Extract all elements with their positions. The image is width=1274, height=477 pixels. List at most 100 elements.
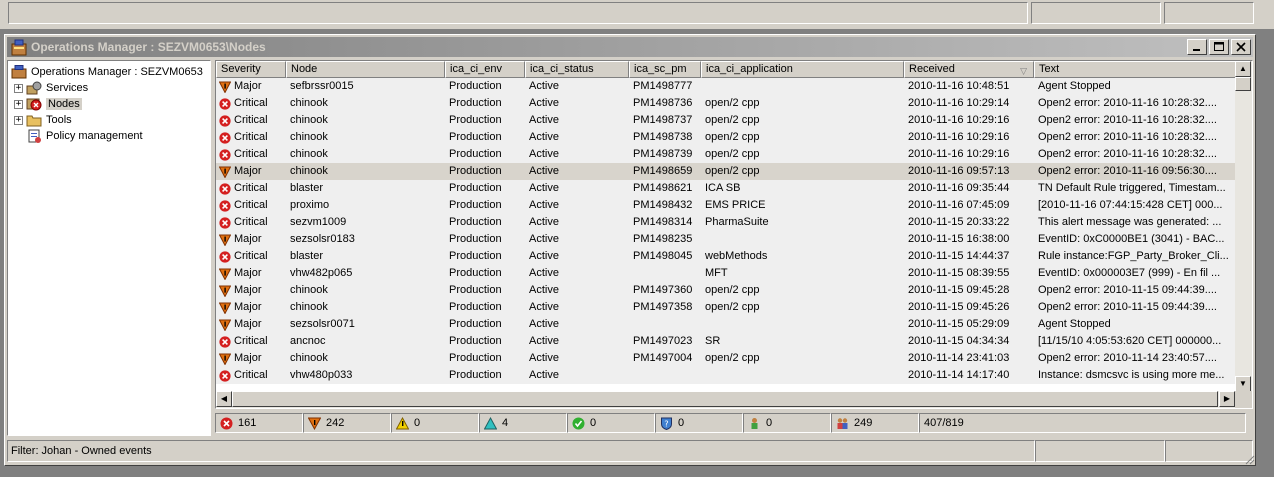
table-row[interactable]: Critical ancnoc Production Active PM1497023 S…	[216, 333, 1236, 350]
total-count: 407/819	[919, 413, 1246, 433]
cell-app: EMS PRICE	[701, 197, 904, 214]
cell-text: Active	[529, 114, 559, 126]
resize-grip-icon[interactable]	[1243, 453, 1255, 465]
cell-text: 2010-11-15 14:44:37	[908, 250, 1010, 262]
cell-text: Production	[449, 369, 502, 381]
cell-text: Major	[234, 233, 262, 245]
column-header-ica-ci-application[interactable]: ica_ci_application	[701, 61, 904, 78]
cell-text: Production	[449, 284, 502, 296]
cell-text: Open2 error: 2010-11-16 09:56:30....	[1034, 163, 1236, 180]
unknown-count[interactable]: ? 0	[655, 413, 743, 433]
owned-multi-count[interactable]: 249	[831, 413, 919, 433]
vertical-scroll-thumb[interactable]	[1235, 77, 1251, 91]
table-row[interactable]: Major chinook Production Active PM1497004 ope…	[216, 350, 1236, 367]
table-row[interactable]: Critical blaster Production Active PM1498621…	[216, 180, 1236, 197]
expand-services-toggle[interactable]: +	[14, 83, 23, 93]
table-row[interactable]: Critical vhw480p033 Production Active 2010-1…	[216, 367, 1236, 384]
tree-item-policy-management[interactable]: Policy management	[8, 128, 210, 144]
column-header-text[interactable]: Text	[1034, 61, 1236, 78]
cell-app: MFT	[701, 265, 904, 282]
table-row[interactable]: Major vhw482p065 Production Active MFT 2010-1…	[216, 265, 1236, 282]
table-row[interactable]: Critical chinook Production Active PM1498737…	[216, 112, 1236, 129]
expand-tools-toggle[interactable]: +	[14, 115, 23, 125]
cell-status: Active	[525, 333, 629, 350]
cell-text: PM1498621	[633, 182, 693, 194]
cell-text: Production	[449, 267, 502, 279]
cell-text: [11/15/10 4:05:53:620 CET] 000000...	[1038, 335, 1222, 347]
major-icon	[219, 166, 231, 178]
column-header-ica-ci-status[interactable]: ica_ci_status	[525, 61, 629, 78]
cell-severity: Critical	[216, 95, 286, 112]
column-header-node[interactable]: Node	[286, 61, 445, 78]
scroll-down-button[interactable]: ▼	[1235, 376, 1251, 392]
cell-text: Agent Stopped	[1038, 318, 1111, 330]
normal-count[interactable]: 0	[567, 413, 655, 433]
cell-text: SR	[705, 335, 721, 347]
critical-icon	[219, 97, 231, 110]
table-row[interactable]: Major chinook Production Active PM1498659 ope…	[216, 163, 1236, 180]
cell-pm: PM1498432	[629, 197, 701, 214]
close-button[interactable]	[1231, 39, 1251, 55]
table-row[interactable]: Critical chinook Production Active PM1498738…	[216, 129, 1236, 146]
column-header-received[interactable]: Received ▽	[904, 61, 1034, 78]
owned-single-count[interactable]: 0	[743, 413, 831, 433]
scroll-left-button[interactable]: ◀	[216, 391, 232, 407]
minimize-button[interactable]	[1187, 39, 1207, 55]
expand-nodes-toggle[interactable]: +	[14, 99, 23, 109]
cell-severity: Major	[216, 78, 286, 95]
cell-pm: PM1498737	[629, 112, 701, 129]
table-row[interactable]: Major sezsolsr0071 Production Active 2010-11…	[216, 316, 1236, 333]
cell-app: open/2 cpp	[701, 282, 904, 299]
cell-pm	[629, 367, 701, 384]
scroll-right-button[interactable]: ▶	[1219, 391, 1235, 407]
table-row[interactable]: Major sezsolsr0183 Production Active PM14982…	[216, 231, 1236, 248]
horizontal-scrollbar[interactable]: ◀ ▶	[216, 391, 1236, 408]
cell-text: Production	[449, 335, 502, 347]
vertical-scrollbar[interactable]: ▲ ▼	[1235, 61, 1252, 393]
cell-text: PM1498736	[633, 97, 693, 109]
minor-count[interactable]: 0	[391, 413, 479, 433]
cell-text: open/2 cpp	[705, 97, 760, 109]
cell-text: vhw480p033	[290, 369, 353, 381]
table-row[interactable]: Critical chinook Production Active PM1498736…	[216, 95, 1236, 112]
title-bar[interactable]: Operations Manager : SEZVM0653\Nodes	[7, 37, 1253, 57]
column-header-ica-ci-env[interactable]: ica_ci_env	[445, 61, 525, 78]
cell-text: PM1498739	[633, 148, 693, 160]
cell-text: chinook	[290, 97, 328, 109]
warning-count[interactable]: 4	[479, 413, 567, 433]
table-row[interactable]: Critical chinook Production Active PM1498739…	[216, 146, 1236, 163]
cell-text: Open2 error: 2010-11-15 09:44:39....	[1034, 282, 1236, 299]
tree-item-tools[interactable]: + Tools	[8, 112, 210, 128]
cell-text: MFT	[705, 267, 728, 279]
cell-pm: PM1497004	[629, 350, 701, 367]
cell-severity: Major	[216, 299, 286, 316]
owned-user-icon	[751, 417, 758, 429]
cell-text: EventID: 0xC0000BE1 (3041) - BAC...	[1034, 231, 1236, 248]
table-row[interactable]: Major chinook Production Active PM1497360 ope…	[216, 282, 1236, 299]
cell-app: SR	[701, 333, 904, 350]
critical-count-value: 161	[238, 417, 257, 429]
cell-received: 2010-11-15 08:39:55	[904, 265, 1034, 282]
scroll-up-button[interactable]: ▲	[1235, 61, 1251, 77]
cell-severity: Major	[216, 163, 286, 180]
cell-status: Active	[525, 197, 629, 214]
background-status-cell	[1031, 2, 1161, 24]
cell-text: PM1498738	[633, 131, 693, 143]
column-header-severity[interactable]: Severity	[216, 61, 286, 78]
maximize-button[interactable]	[1209, 39, 1229, 55]
cell-text: PM1497360	[633, 284, 693, 296]
table-row[interactable]: Major sefbrssr0015 Production Active PM14987…	[216, 78, 1236, 95]
table-row[interactable]: Critical sezvm1009 Production Active PM14983…	[216, 214, 1236, 231]
table-row[interactable]: Major chinook Production Active PM1497358 ope…	[216, 299, 1236, 316]
table-row[interactable]: Critical blaster Production Active PM1498045…	[216, 248, 1236, 265]
cell-pm: PM1498314	[629, 214, 701, 231]
tree-item-services[interactable]: + Services	[8, 80, 210, 96]
tree-item-nodes[interactable]: + Nodes	[8, 96, 210, 112]
horizontal-scroll-thumb[interactable]	[232, 391, 1218, 407]
critical-count[interactable]: 161	[215, 413, 303, 433]
table-row[interactable]: Critical proximo Production Active PM1498432…	[216, 197, 1236, 214]
column-header-ica-sc-pm[interactable]: ica_sc_pm	[629, 61, 701, 78]
tree-root[interactable]: Operations Manager : SEZVM0653	[8, 64, 210, 80]
cell-pm	[629, 316, 701, 333]
major-count[interactable]: 242	[303, 413, 391, 433]
